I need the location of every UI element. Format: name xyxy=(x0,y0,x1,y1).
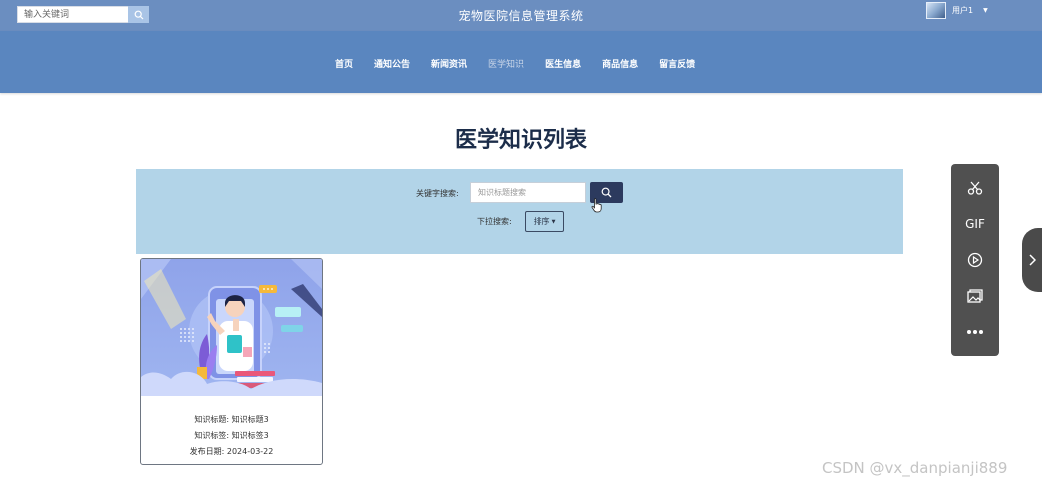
gif-icon: GIF xyxy=(965,217,985,231)
nav-item-medical-knowledge[interactable]: 医学知识 xyxy=(488,57,524,70)
nav-menu: 首页 通知公告 新闻资讯 医学知识 医生信息 商品信息 留言反馈 xyxy=(335,57,716,70)
nav-item-doctors[interactable]: 医生信息 xyxy=(545,57,581,70)
avatar[interactable] xyxy=(926,2,946,19)
card-image xyxy=(141,259,322,396)
gif-button[interactable]: GIF xyxy=(951,212,999,236)
card-date: 发布日期: 2024-03-22 xyxy=(189,447,274,456)
image-button[interactable] xyxy=(951,284,999,308)
card-title: 知识标题: 知识标题3 xyxy=(194,415,269,424)
nav-bar: 首页 通知公告 新闻资讯 医学知识 医生信息 商品信息 留言反馈 xyxy=(0,31,1042,93)
keyword-search-input[interactable] xyxy=(470,182,586,203)
chevron-right-icon xyxy=(1029,254,1036,266)
dropdown-search-label: 下拉搜索: xyxy=(477,217,512,226)
side-collapse-tab[interactable] xyxy=(1022,228,1042,292)
sort-dropdown-label: 排序 xyxy=(533,217,550,226)
watermark: CSDN @vx_danpianji889 xyxy=(822,459,1008,477)
floating-toolbar: GIF xyxy=(951,164,999,356)
hand-cursor-icon xyxy=(591,198,602,213)
screenshot-button[interactable] xyxy=(951,176,999,200)
caret-down-icon: ▼ xyxy=(551,218,556,225)
play-icon xyxy=(967,252,983,268)
site-title: 宠物医院信息管理系统 xyxy=(458,9,584,23)
scissors-icon xyxy=(967,181,983,195)
record-button[interactable] xyxy=(951,248,999,272)
user-menu[interactable]: 用户1 ▼ xyxy=(926,2,988,19)
nav-item-news[interactable]: 新闻资讯 xyxy=(431,57,467,70)
chevron-down-icon: ▼ xyxy=(983,7,988,14)
more-button[interactable] xyxy=(951,320,999,344)
nav-item-notices[interactable]: 通知公告 xyxy=(374,57,410,70)
image-icon xyxy=(967,288,983,303)
user-name: 用户1 xyxy=(952,6,974,15)
top-bar: 宠物医院信息管理系统 用户1 ▼ xyxy=(0,0,1042,31)
knowledge-card[interactable]: 知识标题: 知识标题3 知识标签: 知识标签3 发布日期: 2024-03-22 xyxy=(140,258,323,465)
keyword-search-label: 关键字搜索: xyxy=(416,189,459,198)
page-title: 医学知识列表 xyxy=(454,128,587,153)
nav-item-feedback[interactable]: 留言反馈 xyxy=(659,57,695,70)
search-panel: 关键字搜索: 下拉搜索: 排序 ▼ xyxy=(136,169,903,254)
nav-item-products[interactable]: 商品信息 xyxy=(602,57,638,70)
nav-item-home[interactable]: 首页 xyxy=(335,57,353,70)
card-tag: 知识标签: 知识标签3 xyxy=(194,431,269,440)
sort-dropdown[interactable]: 排序 ▼ xyxy=(525,211,564,232)
search-icon xyxy=(601,187,612,198)
more-icon xyxy=(967,330,983,334)
